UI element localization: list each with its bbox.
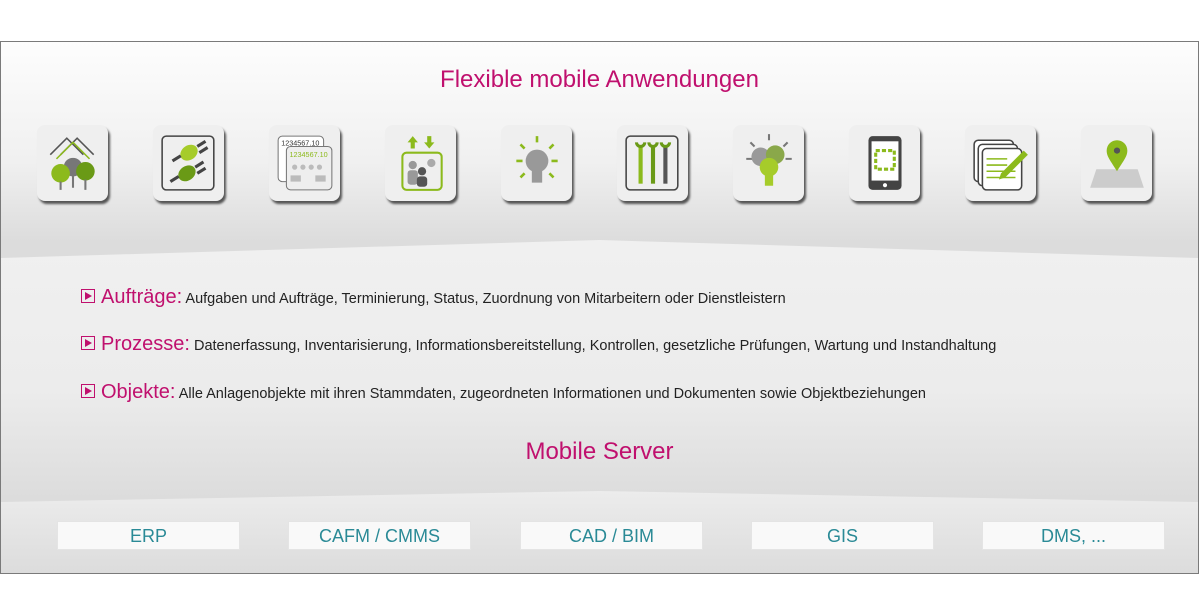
play-bullet-icon: [81, 289, 95, 303]
smartphone-qr-icon: [849, 125, 920, 201]
server-title: Mobile Server: [525, 438, 674, 465]
map-pin-icon: [1081, 125, 1152, 201]
feature-text: Aufgaben und Aufträge, Terminierung, Sta…: [185, 291, 786, 307]
icon-row: 1234567.10 1234567.10: [37, 125, 1152, 201]
feature-key: Aufträge:: [101, 286, 183, 308]
system-dms: DMS, ...: [982, 521, 1165, 550]
lightbulb-icon: [501, 125, 572, 201]
feature-key: Objekte:: [101, 381, 176, 403]
multiple-lightbulbs-icon: [733, 125, 804, 201]
feature-auftraege: Aufträge: Aufgaben und Aufträge, Termini…: [81, 286, 786, 309]
feature-text: Datenerfassung, Inventarisierung, Inform…: [193, 338, 997, 354]
feature-objekte: Objekte: Alle Anlagenobjekte mit ihren S…: [81, 381, 926, 404]
system-gis: GIS: [751, 521, 934, 550]
feature-key: Prozesse:: [101, 333, 190, 355]
system-cafm-cmms: CAFM / CMMS: [288, 521, 471, 550]
meter-reading-icon: 1234567.10 1234567.10: [269, 125, 340, 201]
feature-text: Alle Anlagenobjekte mit ihren Stammdaten…: [178, 386, 926, 402]
houses-trees-icon: [37, 125, 108, 201]
people-exchange-icon: [385, 125, 456, 201]
plug-connect-icon: [153, 125, 224, 201]
diagram-frame: Flexible mobile Anwendungen 1234567.10 12…: [0, 41, 1199, 574]
documents-pencil-icon: [965, 125, 1036, 201]
feature-prozesse: Prozesse: Datenerfassung, Inventarisieru…: [81, 333, 996, 356]
system-cad-bim: CAD / BIM: [520, 521, 703, 550]
play-bullet-icon: [81, 384, 95, 398]
svg-text:1234567.10: 1234567.10: [289, 150, 327, 159]
system-erp: ERP: [57, 521, 240, 550]
wrenches-icon: [617, 125, 688, 201]
page-title: Flexible mobile Anwendungen: [440, 66, 759, 93]
play-bullet-icon: [81, 336, 95, 350]
